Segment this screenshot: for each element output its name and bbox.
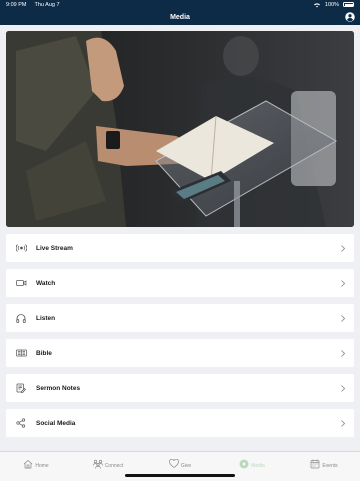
menu-item-label: Bible: [36, 349, 52, 357]
menu-item-label: Watch: [36, 279, 56, 287]
menu-item-watch[interactable]: Watch: [6, 269, 354, 297]
media-menu: Live Stream Watch Listen Bible Sermon No…: [6, 234, 354, 444]
video-camera-icon: [15, 277, 27, 289]
tab-events[interactable]: Events: [288, 452, 360, 481]
share-icon: [15, 417, 27, 429]
tab-home[interactable]: Home: [0, 452, 72, 481]
profile-button[interactable]: [344, 11, 355, 22]
menu-item-label: Social Media: [36, 419, 76, 427]
menu-item-label: Sermon Notes: [36, 384, 81, 392]
menu-item-listen[interactable]: Listen: [6, 304, 354, 332]
tab-label: Connect: [104, 463, 124, 469]
book-icon: [15, 347, 27, 359]
photo-hands-bible-pulpit: [6, 31, 354, 227]
menu-item-label: Listen: [36, 314, 56, 322]
hero-image: [6, 31, 354, 227]
people-icon: [92, 459, 103, 469]
chevron-right-icon: [340, 314, 346, 322]
tab-label: Events: [322, 463, 338, 469]
menu-item-sermon-notes[interactable]: Sermon Notes: [6, 374, 354, 402]
tab-label: Media: [251, 463, 265, 469]
wifi-icon: [313, 2, 321, 8]
calendar-icon: [310, 459, 320, 469]
battery-percent: 100%: [324, 1, 339, 8]
battery-icon: [343, 2, 354, 7]
page-title: Media: [170, 13, 190, 21]
nav-bar: Media: [0, 9, 360, 25]
status-date: Thu Aug 7: [34, 1, 60, 8]
home-indicator: [125, 474, 235, 477]
menu-item-label: Live Stream: [36, 244, 73, 252]
person-circle-icon: [344, 11, 355, 22]
menu-item-live-stream[interactable]: Live Stream: [6, 234, 354, 262]
heart-icon: [168, 459, 179, 468]
tab-label: Home: [35, 463, 49, 469]
status-bar: 9:09 PM Thu Aug 7 100%: [0, 0, 360, 9]
play-circle-icon: [239, 459, 249, 469]
tab-label: Give: [180, 463, 192, 469]
chevron-right-icon: [340, 244, 346, 252]
menu-item-social-media[interactable]: Social Media: [6, 409, 354, 437]
chevron-right-icon: [340, 279, 346, 287]
menu-item-bible[interactable]: Bible: [6, 339, 354, 367]
chevron-right-icon: [340, 419, 346, 427]
edit-note-icon: [15, 382, 27, 394]
chevron-right-icon: [340, 349, 346, 357]
status-time: 9:09 PM: [6, 1, 27, 8]
broadcast-icon: [15, 242, 27, 254]
headphones-icon: [15, 312, 27, 324]
home-icon: [23, 459, 33, 469]
chevron-right-icon: [340, 384, 346, 392]
